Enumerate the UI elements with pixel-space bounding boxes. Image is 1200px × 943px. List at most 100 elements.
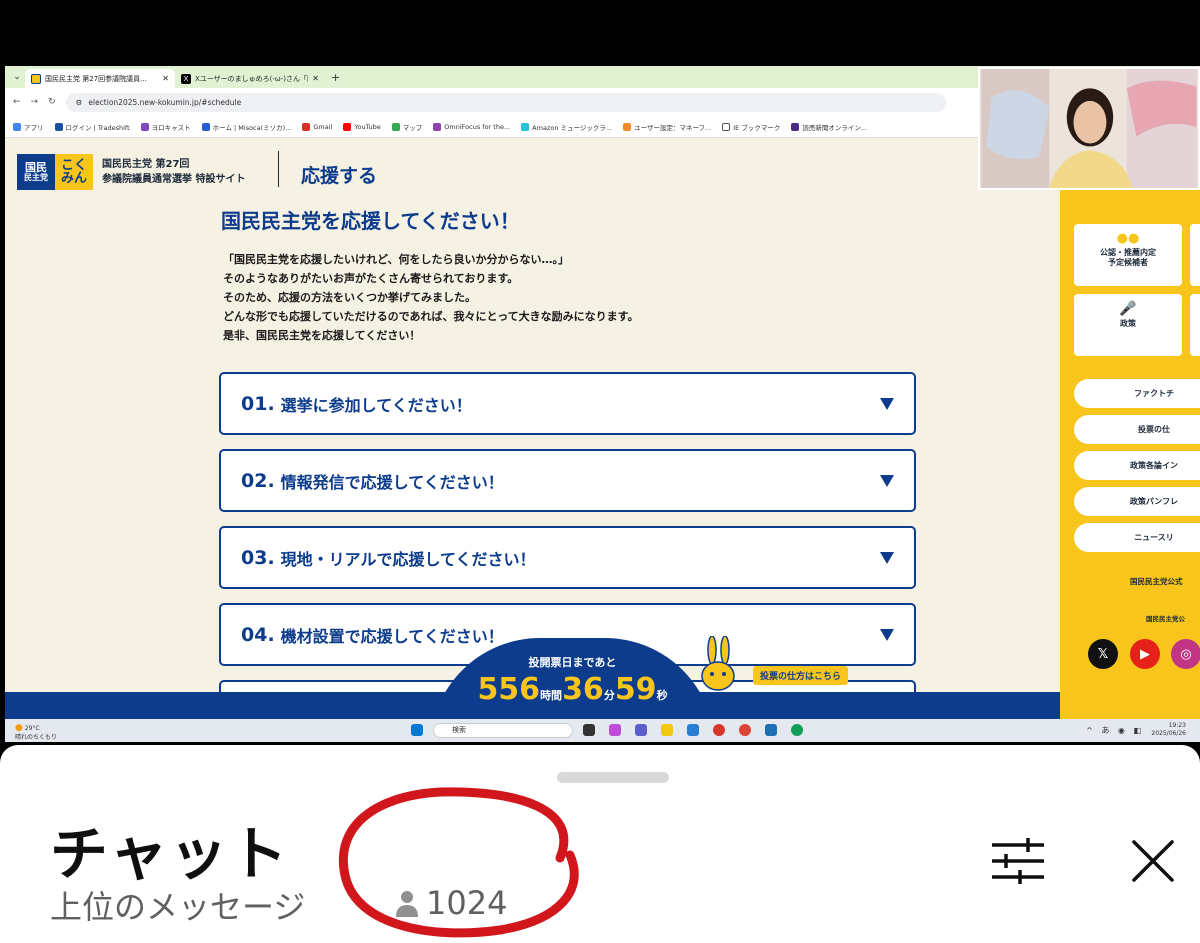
accordion-item-01[interactable]: 01. 選挙に参加してください！ (219, 372, 916, 435)
sidebar-card-partial[interactable] (1190, 224, 1200, 286)
copilot-icon[interactable] (609, 724, 621, 736)
chat-mode-selector[interactable]: 上位のメッセージ (50, 882, 305, 928)
tab-title: 国民民主党 第27回参議院議員... (45, 74, 147, 83)
browser-tab-x[interactable]: X Xユーザーのましゅめろ(-ω-)さん「国... ✕ (175, 69, 325, 88)
tradeshift-icon (54, 122, 63, 131)
expand-triangle-icon (880, 397, 894, 410)
rabbit-mascot-icon (701, 636, 735, 691)
tab-title: Xユーザーのましゅめろ(-ω-)さん「国... (195, 74, 309, 83)
title-divider (278, 151, 279, 187)
right-sidebar: ●● 公認・推薦内定 予定候補者 🎤 政策 ファクトチ 投票の仕 政策各論イン … (1060, 139, 1200, 719)
x-favicon-icon: X (181, 73, 191, 84)
bookmark-item[interactable]: ユーザー設定：マネーフ... (623, 122, 711, 132)
site-favicon-icon (31, 73, 41, 84)
close-tab-icon[interactable]: ✕ (162, 74, 169, 83)
sidebar-link-pamphlet[interactable]: 政策パンフレ (1074, 487, 1200, 516)
viewer-count: 1024 (394, 884, 507, 922)
windows-start-icon[interactable] (411, 724, 423, 736)
teams-icon[interactable] (635, 724, 647, 736)
chat-title: チャット (50, 820, 290, 888)
section-title: 応援する (301, 165, 378, 187)
app-icon[interactable] (713, 724, 725, 736)
drag-handle[interactable] (557, 772, 669, 783)
youtube-icon (343, 122, 352, 131)
page-heading: 国民民主党を応援してください！ (221, 209, 520, 233)
taskbar-weather[interactable]: ● 29°C 晴れのちくもり (15, 723, 57, 741)
taskbar-clock[interactable]: 19:23 2025/06/26 (1151, 722, 1186, 738)
app-icon[interactable] (765, 724, 777, 736)
bookmark-item[interactable]: Gmail (302, 122, 332, 131)
sidebar-card-policy[interactable]: 🎤 政策 (1074, 294, 1182, 356)
windows-taskbar: ● 29°C 晴れのちくもり 検索 ^ あ ◉ ◧ 19:23 2025/06/… (5, 719, 1200, 742)
folder-icon (722, 122, 731, 131)
instagram-social-icon[interactable]: ◎ (1171, 639, 1200, 669)
accordion-item-03[interactable]: 03. 現地・リアルで応援してください！ (219, 526, 916, 589)
intro-text: 「国民民主党を応援したいけれど、何をしたら良いか分からない…。」 そのようなあり… (223, 253, 639, 342)
countdown-time: 556時間36分59秒 (477, 672, 668, 707)
filter-settings-icon[interactable] (990, 838, 1046, 884)
close-icon[interactable] (1130, 838, 1176, 884)
file-explorer-icon[interactable] (661, 724, 673, 736)
address-bar[interactable]: ⚙ election2025.new-kokumin.jp/#schedule (65, 92, 946, 112)
new-tab-icon[interactable]: + (331, 71, 340, 84)
x-social-icon[interactable]: 𝕏 (1088, 639, 1118, 669)
person-icon (396, 891, 418, 917)
taskbar-search[interactable]: 検索 (433, 723, 573, 738)
browser-tab-active[interactable]: 国民民主党 第27回参議院議員... ✕ (25, 69, 175, 88)
yorocast-icon (140, 122, 149, 131)
presenter-webcam (978, 67, 1200, 190)
app-icon[interactable] (687, 724, 699, 736)
party-logo[interactable]: 国民 民主党 こく みん (17, 154, 93, 190)
vote-guide-link[interactable]: 投票の仕方はこちら (753, 666, 849, 685)
back-icon[interactable]: ← (13, 97, 21, 107)
sidebar-card-candidates[interactable]: ●● 公認・推薦内定 予定候補者 (1074, 224, 1182, 286)
bookmark-item[interactable]: ホーム | Misoca(ミソカ)... (201, 122, 291, 132)
omnifocus-icon (433, 122, 442, 131)
viewer-count-value: 1024 (426, 884, 508, 922)
tab-search-icon[interactable]: ⌄ (9, 69, 25, 85)
expand-triangle-icon (880, 551, 894, 564)
sidebar-link-factcheck[interactable]: ファクトチ (1074, 379, 1200, 408)
people-icon: ●● (1116, 231, 1140, 246)
sidebar-link-policy-index[interactable]: 政策各論イン (1074, 451, 1200, 480)
bookmark-item[interactable]: IE ブックマーク (722, 122, 780, 132)
apps-icon (13, 122, 21, 131)
misoca-icon (201, 122, 210, 131)
amazon-music-icon (521, 122, 530, 131)
gmail-icon (302, 122, 311, 131)
sidebar-official-label: 国民民主党公式 (1130, 577, 1183, 586)
sidebar-link-how-to-vote[interactable]: 投票の仕 (1074, 415, 1200, 444)
web-page: 国民 民主党 こく みん 国民民主党 第27回 参議院議員通常選挙 特設サイト 応援… (5, 139, 1060, 720)
sidebar-link-news[interactable]: ニュースリ (1074, 523, 1200, 552)
sidebar-card-partial[interactable] (1190, 294, 1200, 356)
weather-sun-icon: ● (15, 723, 23, 733)
reload-icon[interactable]: ↻ (48, 97, 56, 107)
microphone-icon: 🎤 (1119, 301, 1137, 317)
system-tray[interactable]: ^ あ ◉ ◧ (1086, 725, 1144, 736)
sidebar-official-label-2: 国民民主党公 (1146, 615, 1185, 623)
site-title: 国民民主党 第27回 参議院議員通常選挙 特設サイト (102, 159, 246, 185)
maps-icon (391, 122, 400, 131)
bookmark-item[interactable]: YouTube (343, 122, 381, 131)
accordion-item-02[interactable]: 02. 情報発信で応援してください！ (219, 449, 916, 512)
bookmark-item[interactable]: ヨロキャスト (140, 122, 191, 132)
yomiuri-icon (791, 122, 800, 131)
expand-triangle-icon (880, 474, 894, 487)
bookmark-item[interactable]: 読売新聞オンライン... (791, 122, 867, 132)
moneyforward-icon (623, 122, 632, 131)
chrome-icon[interactable] (739, 724, 751, 736)
bookmark-item[interactable]: OmniFocus for the... (433, 122, 510, 131)
task-view-icon[interactable] (583, 724, 595, 736)
close-tab-icon[interactable]: ✕ (312, 74, 319, 83)
youtube-social-icon[interactable]: ▶ (1130, 639, 1160, 669)
bookmark-item[interactable]: Amazon ミュージックラ... (521, 122, 612, 132)
url-text: election2025.new-kokumin.jp/#schedule (88, 97, 242, 107)
bookmark-item[interactable]: ログイン | Tradeshift (54, 122, 130, 132)
bookmark-item[interactable]: アプリ (13, 122, 44, 132)
chat-panel: チャット 上位のメッセージ 1024 (0, 745, 1200, 943)
chrome-alt-icon[interactable] (791, 724, 803, 736)
bookmark-item[interactable]: マップ (391, 122, 422, 132)
site-info-icon[interactable]: ⚙ (76, 98, 83, 107)
forward-icon[interactable]: → (31, 97, 39, 107)
expand-triangle-icon (880, 628, 894, 641)
